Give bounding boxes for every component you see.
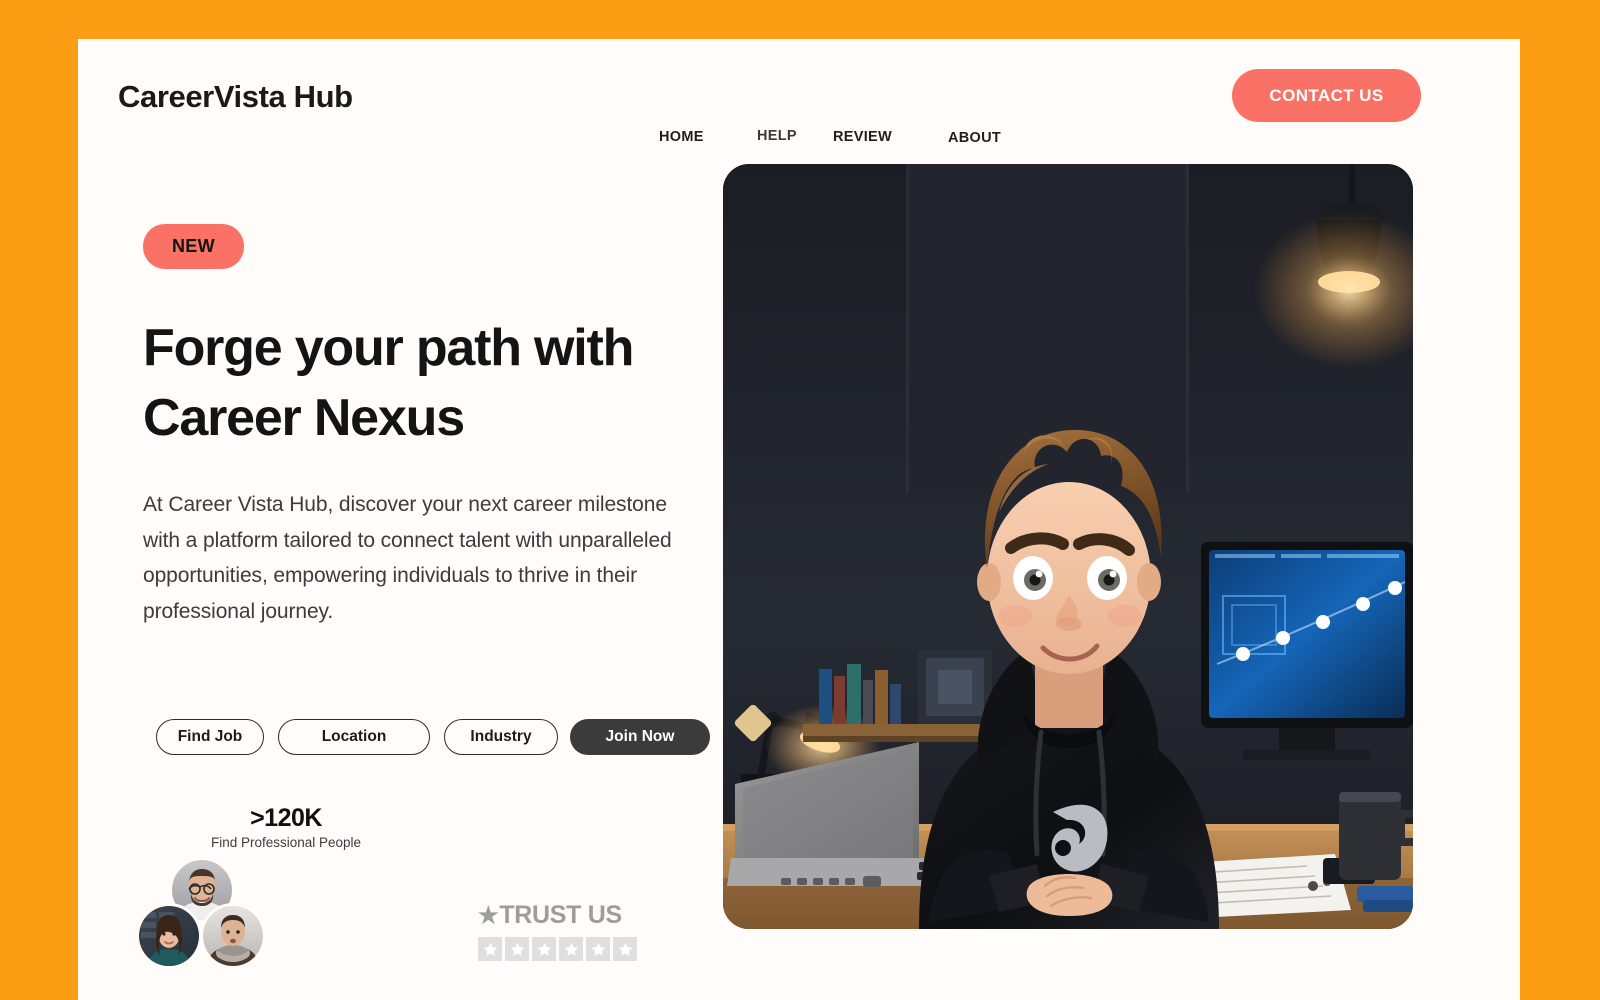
nav-item-review[interactable]: REVIEW	[833, 129, 892, 145]
join-now-button[interactable]: Join Now	[570, 719, 710, 755]
star-icon	[532, 937, 556, 961]
stat-label: Find Professional People	[210, 835, 362, 850]
star-icon	[478, 937, 502, 961]
trust-title-label: TRUST US	[499, 901, 622, 929]
stat-count: >120K	[250, 804, 322, 832]
contact-us-button[interactable]: CONTACT US	[1232, 69, 1421, 122]
trust-block: ★ TRUST US	[478, 901, 698, 961]
hero-filter-row: Find Job Location Industry Join Now	[156, 719, 710, 755]
avatar	[136, 903, 202, 969]
hero-text-column: NEW Forge your path with Career Nexus At…	[143, 224, 733, 629]
nav-item-help[interactable]: HELP	[757, 128, 797, 144]
star-icon	[559, 937, 583, 961]
nav-item-home[interactable]: HOME	[659, 129, 704, 145]
site-logo[interactable]: CareerVista Hub	[118, 79, 353, 115]
star-icon	[613, 937, 637, 961]
trust-title: ★ TRUST US	[478, 901, 698, 930]
hero-headline: Forge your path with Career Nexus	[143, 319, 634, 447]
filter-location-button[interactable]: Location	[278, 719, 430, 755]
star-icon: ★	[478, 902, 499, 928]
filter-industry-button[interactable]: Industry	[444, 719, 558, 755]
site-header: CareerVista Hub HOME HELP REVIEW ABOUT C…	[78, 39, 1520, 174]
hero-subtext: At Career Vista Hub, discover your next …	[143, 493, 672, 623]
avatar-group	[136, 857, 268, 977]
filter-find-job-button[interactable]: Find Job	[156, 719, 264, 755]
new-badge: NEW	[143, 224, 244, 269]
star-icon	[505, 937, 529, 961]
hero-illustration	[723, 164, 1413, 929]
trust-rating-stars	[478, 937, 698, 961]
main-navigation: HOME HELP REVIEW ABOUT	[653, 88, 1073, 146]
stats-block: >120K Find Professional People	[156, 804, 416, 850]
page-card: CareerVista Hub HOME HELP REVIEW ABOUT C…	[78, 39, 1520, 1000]
avatar	[200, 903, 266, 969]
nav-item-about[interactable]: ABOUT	[948, 130, 1001, 146]
star-icon	[586, 937, 610, 961]
